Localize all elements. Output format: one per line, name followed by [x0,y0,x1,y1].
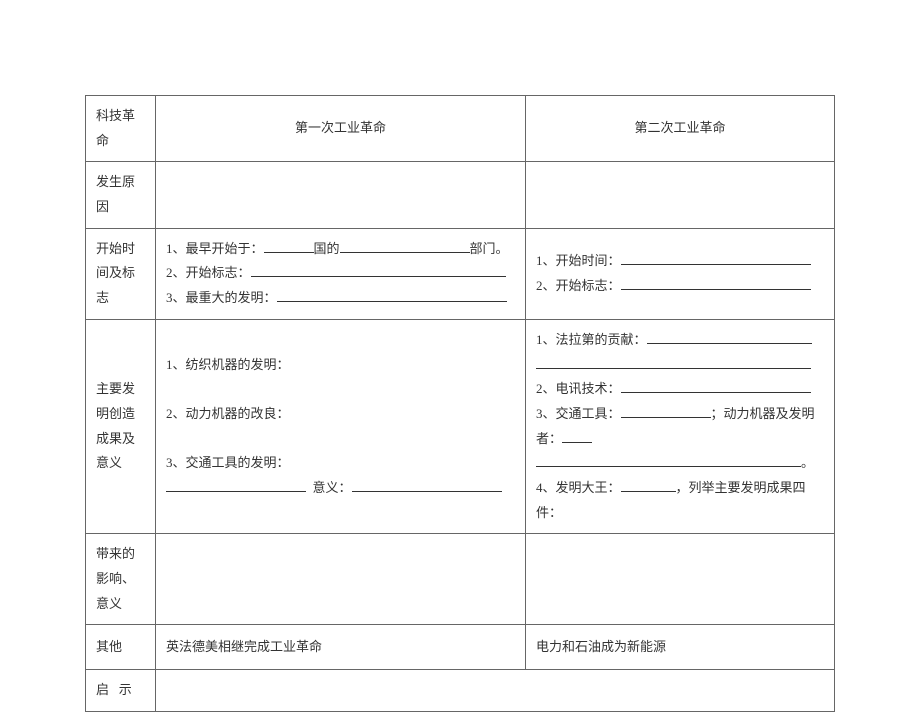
row-causes-c1 [156,162,526,228]
row-causes-c2 [526,162,835,228]
blank [277,289,507,302]
header-col-first: 第一次工业革命 [156,96,526,162]
blank [621,277,811,290]
blank [536,356,811,369]
time-c2-l1: 1、开始时间： [536,253,621,268]
inv-c2-l4a: 4、发明大王： [536,480,621,495]
row-other-label: 其他 [86,625,156,670]
blank [621,479,676,492]
row-other-c2: 电力和石油成为新能源 [526,625,835,670]
time-c2-l2: 2、开始标志： [536,278,621,293]
row-time-c1: 1、最早开始于： 国的 部门。 2、开始标志： 3、最重大的发明： [156,228,526,319]
blank [352,479,502,492]
table-header-row: 科技革命 第一次工业革命 第二次工业革命 [86,96,835,162]
blank [621,380,811,393]
row-impact-c2 [526,534,835,625]
time-c1-l3: 3、最重大的发明： [166,290,277,305]
time-c1-l2: 2、开始标志： [166,265,251,280]
insight-label-a: 启 [96,682,109,697]
time-c1-l1c: 部门。 [470,241,509,256]
blank [536,454,801,467]
blank [166,479,306,492]
header-row-label: 科技革命 [86,96,156,162]
row-other-c1: 英法德美相继完成工业革命 [156,625,526,670]
blank [647,331,812,344]
inv-c1-l2: 2、动力机器的改良： [166,406,290,421]
row-causes-label: 发生原因 [86,162,156,228]
blank [340,240,470,253]
time-c1-l1a: 1、最早开始于： [166,241,264,256]
row-impact: 带来的影响、意义 [86,534,835,625]
blank [264,240,314,253]
row-impact-label: 带来的影响、意义 [86,534,156,625]
blank [621,252,811,265]
comparison-table: 科技革命 第一次工业革命 第二次工业革命 发生原因 开始时间及标志 1、最早开始… [85,95,835,712]
inv-c1-l4: 意义： [313,480,352,495]
row-other: 其他 英法德美相继完成工业革命 电力和石油成为新能源 [86,625,835,670]
inv-c1-l3: 3、交通工具的发明： [166,455,290,470]
blank [251,264,506,277]
row-inventions-label: 主要发明创造成果及意义 [86,319,156,534]
row-inventions-c2: 1、法拉第的贡献： 2、电讯技术： 3、交通工具：；动力机器及发明者： 。 4、… [526,319,835,534]
row-inventions: 主要发明创造成果及意义 1、纺织机器的发明： 2、动力机器的改良： 3、交通工具… [86,319,835,534]
row-impact-c1 [156,534,526,625]
insight-label-b: 示 [119,682,132,697]
row-insight-content [156,670,835,712]
row-causes: 发生原因 [86,162,835,228]
header-col-second: 第二次工业革命 [526,96,835,162]
blank [562,430,592,443]
inv-c2-l1: 1、法拉第的贡献： [536,332,647,347]
row-time: 开始时间及标志 1、最早开始于：国的部门。 2、开始标志： 3、最重大的发明： … [86,228,835,319]
inv-c2-l2: 2、电讯技术： [536,381,621,396]
row-insight-label: 启 示 [86,670,156,712]
time-c1-l1b: 国的 [314,241,340,256]
row-inventions-c1: 1、纺织机器的发明： 2、动力机器的改良： 3、交通工具的发明： 意义： [156,319,526,534]
row-insight: 启 示 [86,670,835,712]
row-time-label: 开始时间及标志 [86,228,156,319]
inv-c2-l3a: 3、交通工具： [536,406,621,421]
blank [621,405,711,418]
inv-c1-l1: 1、纺织机器的发明： [166,357,290,372]
row-time-c2: 1、开始时间： 2、开始标志： [526,228,835,319]
